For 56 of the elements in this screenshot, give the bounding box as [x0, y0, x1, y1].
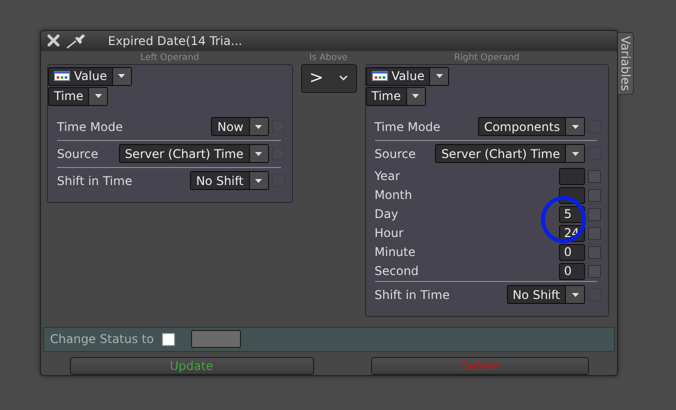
status-field[interactable]	[190, 330, 241, 348]
number-field[interactable]: 0	[559, 262, 585, 280]
chevron-icon	[338, 75, 348, 82]
operator-heading: Is Above	[309, 52, 348, 64]
field-label: Day	[374, 207, 398, 222]
annotation-circle	[541, 196, 586, 243]
field-label: Time Mode	[374, 120, 440, 134]
checkbox[interactable]	[588, 264, 601, 278]
number-field[interactable]	[559, 168, 585, 185]
status-label: Change Status to	[50, 332, 154, 346]
panel-heading: Left Operand	[139, 52, 200, 64]
variables-tab[interactable]: Variables	[618, 32, 634, 95]
caret-icon	[94, 94, 102, 98]
checkbox[interactable]	[588, 226, 601, 240]
window-title: Expired Date(14 Tria...	[108, 34, 242, 48]
field-label: Month	[374, 188, 412, 202]
caret-icon	[572, 124, 578, 129]
field-label: Shift in Time	[374, 288, 450, 302]
pin-icon[interactable]	[66, 32, 88, 49]
caret-icon	[255, 178, 262, 183]
field-label: Hour	[374, 226, 404, 240]
checkbox[interactable]	[588, 246, 601, 259]
caret-icon	[412, 94, 420, 98]
close-icon[interactable]	[47, 34, 60, 48]
value-type-dropdown[interactable]: Value	[366, 66, 450, 86]
value-icon	[54, 71, 70, 82]
operator-dropdown[interactable]: >	[300, 64, 356, 93]
field-label: Second	[374, 264, 419, 278]
number-field[interactable]: 0	[559, 244, 585, 261]
option-dropdown[interactable]: Server (Chart) Time	[435, 144, 585, 164]
option-dropdown[interactable]: Server (Chart) Time	[118, 144, 268, 164]
checkbox[interactable]	[588, 170, 601, 183]
field-label: Year	[374, 169, 400, 184]
field-label: Source	[374, 146, 416, 161]
caret-icon	[436, 74, 443, 78]
caret-icon	[255, 124, 262, 129]
field-label: Time Mode	[57, 120, 123, 134]
option-dropdown[interactable]: No Shift	[506, 285, 585, 304]
field-label: Minute	[374, 245, 416, 260]
checkbox[interactable]	[588, 188, 601, 202]
panel-heading: Right Operand	[452, 52, 521, 64]
option-dropdown[interactable]: Now	[211, 117, 268, 136]
data-type-dropdown[interactable]: Time	[366, 86, 426, 106]
field-label: Source	[57, 146, 98, 161]
caret-icon	[572, 152, 578, 156]
value-icon	[372, 71, 388, 82]
checkbox[interactable]	[588, 208, 601, 221]
option-dropdown[interactable]: Components	[478, 117, 585, 136]
field-label: Shift in Time	[57, 174, 132, 188]
value-type-dropdown[interactable]: Value	[48, 66, 132, 86]
data-type-dropdown[interactable]: Time	[48, 86, 108, 106]
caret-icon	[572, 292, 578, 297]
status-checkbox[interactable]	[162, 332, 175, 346]
caret-icon	[118, 74, 126, 78]
caret-icon	[255, 152, 262, 156]
option-dropdown[interactable]: No Shift	[190, 171, 268, 190]
